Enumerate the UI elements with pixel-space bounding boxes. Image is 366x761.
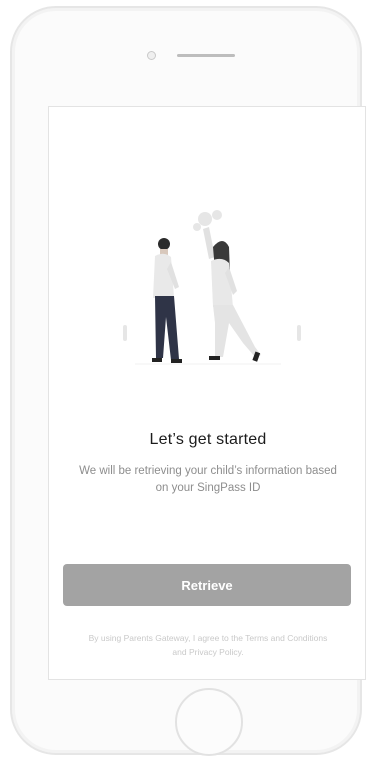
home-button[interactable]: [175, 688, 243, 756]
phone-frame: Let’s get started We will be retrieving …: [10, 6, 366, 756]
front-camera: [147, 51, 156, 60]
app-screen: Let’s get started We will be retrieving …: [48, 106, 366, 680]
terms-text: By using Parents Gateway, I agree to the…: [88, 633, 328, 657]
two-people-high-five-illustration: [123, 210, 301, 365]
page-subtitle: We will be retrieving your child’s infor…: [79, 465, 337, 494]
man-figure: [152, 238, 182, 363]
retrieve-button[interactable]: Retrieve: [63, 564, 351, 606]
woman-figure: [203, 227, 261, 362]
page-title: Let’s get started: [149, 431, 267, 448]
earpiece-speaker: [177, 54, 235, 57]
